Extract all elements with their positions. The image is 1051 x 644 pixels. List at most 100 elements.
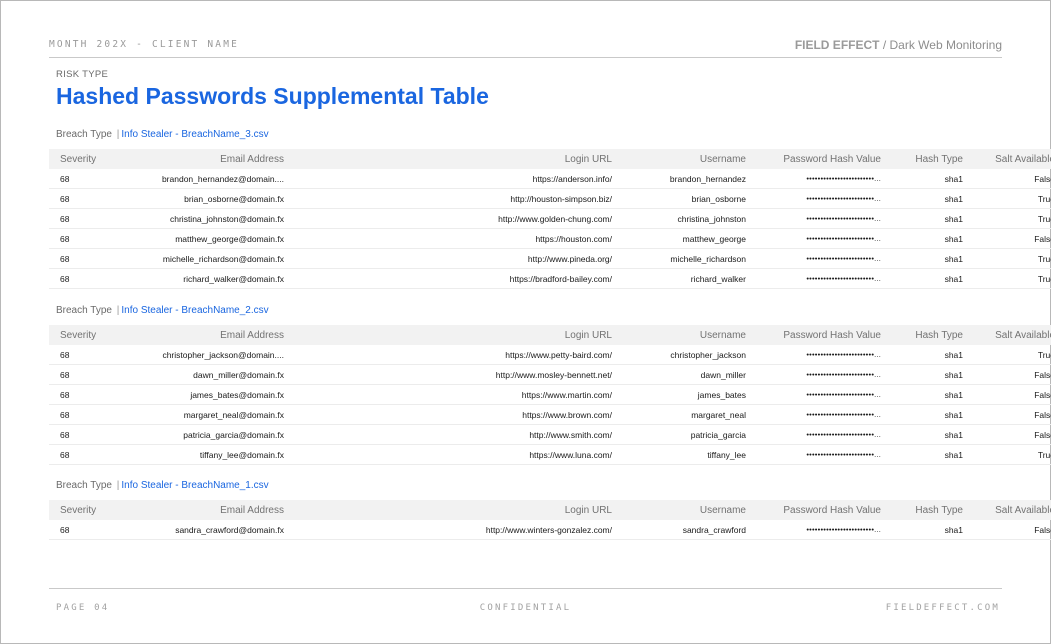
col-severity-header: Severity xyxy=(49,325,114,345)
table-header-row: Severity Email Address Login URL Username Pa… xyxy=(49,500,1051,520)
table-row: 68 brian_osborne@domain.fx http://houston-… xyxy=(49,188,1051,209)
password-hash-cell: ••••••••••••••••••••••••... xyxy=(757,404,892,425)
table-row: 68 michelle_richardson@domain.fx http://ww… xyxy=(49,248,1051,269)
password-hash-cell: ••••••••••••••••••••••••... xyxy=(757,520,892,540)
footer-website: FIELDEFFECT.COM xyxy=(885,603,1000,613)
col-salt-available-header: Salt Available xyxy=(974,325,1051,345)
breach-table: Severity Email Address Login URL Username Pa… xyxy=(49,325,1051,465)
hash-type-cell: sha1 xyxy=(892,345,974,365)
table-header-row: Severity Email Address Login URL Username Pa… xyxy=(49,325,1051,345)
col-hash-type-header: Hash Type xyxy=(892,149,974,169)
password-hash-cell: ••••••••••••••••••••••••... xyxy=(757,248,892,269)
username-cell: patricia_garcia xyxy=(623,424,757,445)
username-cell: michelle_richardson xyxy=(623,248,757,269)
page-title: Hashed Passwords Supplemental Table xyxy=(56,83,489,109)
hash-type-cell: sha1 xyxy=(892,384,974,405)
login-url-cell: https://www.luna.com/ xyxy=(295,444,623,465)
severity-cell: 68 xyxy=(49,364,114,385)
password-hash-cell: ••••••••••••••••••••••••... xyxy=(757,444,892,465)
login-url-cell: http://www.pineda.org/ xyxy=(295,248,623,269)
col-password-hash-header: Password Hash Value xyxy=(757,500,892,520)
username-cell: brandon_hernandez xyxy=(623,169,757,189)
severity-cell: 68 xyxy=(49,424,114,445)
username-cell: margaret_neal xyxy=(623,404,757,425)
email-cell: sandra_crawford@domain.fx xyxy=(114,520,295,540)
table-row: 68 christopher_jackson@domain.... https://… xyxy=(49,345,1051,365)
email-cell: christopher_jackson@domain.... xyxy=(114,345,295,365)
severity-cell: 68 xyxy=(49,228,114,249)
breach-table: Severity Email Address Login URL Username Pa… xyxy=(49,500,1051,540)
password-hash-cell: ••••••••••••••••••••••••... xyxy=(757,228,892,249)
severity-cell: 68 xyxy=(49,169,114,189)
email-cell: james_bates@domain.fx xyxy=(114,384,295,405)
login-url-cell: http://www.winters-gonzalez.com/ xyxy=(295,520,623,540)
severity-cell: 68 xyxy=(49,345,114,365)
report-header-brand: FIELD EFFECT / Dark Web Monitoring xyxy=(795,38,1002,52)
salt-available-cell: False xyxy=(974,520,1051,540)
username-cell: sandra_crawford xyxy=(623,520,757,540)
login-url-cell: http://www.smith.com/ xyxy=(295,424,623,445)
col-severity-header: Severity xyxy=(49,500,114,520)
password-hash-cell: ••••••••••••••••••••••••... xyxy=(757,169,892,189)
severity-cell: 68 xyxy=(49,520,114,540)
salt-available-cell: False xyxy=(974,404,1051,425)
severity-cell: 68 xyxy=(49,444,114,465)
col-username-header: Username xyxy=(623,500,757,520)
col-login-url-header: Login URL xyxy=(295,149,623,169)
username-cell: matthew_george xyxy=(623,228,757,249)
hash-type-cell: sha1 xyxy=(892,268,974,289)
password-hash-cell: ••••••••••••••••••••••••... xyxy=(757,208,892,229)
hash-type-cell: sha1 xyxy=(892,424,974,445)
table-row: 68 richard_walker@domain.fx https://bradfo… xyxy=(49,268,1051,289)
table-row: 68 tiffany_lee@domain.fx https://www.luna.… xyxy=(49,444,1051,465)
col-salt-available-header: Salt Available xyxy=(974,149,1051,169)
severity-cell: 68 xyxy=(49,268,114,289)
salt-available-cell: True xyxy=(974,248,1051,269)
table-header-row: Severity Email Address Login URL Username Pa… xyxy=(49,149,1051,169)
username-cell: james_bates xyxy=(623,384,757,405)
breach-type-label: Breach Type | Info Stealer - BreachName_1… xyxy=(56,480,269,491)
col-username-header: Username xyxy=(623,325,757,345)
login-url-cell: https://bradford-bailey.com/ xyxy=(295,268,623,289)
col-login-url-header: Login URL xyxy=(295,325,623,345)
col-email-address-header: Email Address xyxy=(114,149,295,169)
login-url-cell: http://www.golden-chung.com/ xyxy=(295,208,623,229)
salt-available-cell: False xyxy=(974,169,1051,189)
salt-available-cell: False xyxy=(974,424,1051,445)
hash-type-cell: sha1 xyxy=(892,520,974,540)
salt-available-cell: False xyxy=(974,228,1051,249)
email-cell: patricia_garcia@domain.fx xyxy=(114,424,295,445)
login-url-cell: https://www.brown.com/ xyxy=(295,404,623,425)
table-row: 68 margaret_neal@domain.fx https://www.bro… xyxy=(49,404,1051,425)
salt-available-cell: True xyxy=(974,268,1051,289)
password-hash-cell: ••••••••••••••••••••••••... xyxy=(757,384,892,405)
breach-file-name: Info Stealer - BreachName_1.csv xyxy=(121,480,269,491)
severity-cell: 68 xyxy=(49,384,114,405)
report-page: MONTH 202X - CLIENT NAME FIELD EFFECT / … xyxy=(0,0,1051,644)
hash-type-cell: sha1 xyxy=(892,169,974,189)
col-hash-type-header: Hash Type xyxy=(892,500,974,520)
login-url-cell: https://houston.com/ xyxy=(295,228,623,249)
username-cell: richard_walker xyxy=(623,268,757,289)
breach-file-name: Info Stealer - BreachName_2.csv xyxy=(121,305,269,316)
salt-available-cell: True xyxy=(974,188,1051,209)
breach-type-text: Breach Type xyxy=(56,129,112,140)
login-url-cell: http://houston-simpson.biz/ xyxy=(295,188,623,209)
email-cell: christina_johnston@domain.fx xyxy=(114,208,295,229)
email-cell: brandon_hernandez@domain.... xyxy=(114,169,295,189)
severity-cell: 68 xyxy=(49,188,114,209)
table-row: 68 christina_johnston@domain.fx http://www… xyxy=(49,208,1051,229)
brand-name: FIELD EFFECT xyxy=(794,38,880,52)
header-divider xyxy=(49,57,1002,58)
email-cell: michelle_richardson@domain.fx xyxy=(114,248,295,269)
username-cell: christopher_jackson xyxy=(623,345,757,365)
hash-type-cell: sha1 xyxy=(892,364,974,385)
col-email-address-header: Email Address xyxy=(114,500,295,520)
breach-type-label: Breach Type | Info Stealer - BreachName_3… xyxy=(56,129,269,140)
email-cell: matthew_george@domain.fx xyxy=(114,228,295,249)
severity-cell: 68 xyxy=(49,248,114,269)
col-severity-header: Severity xyxy=(49,149,114,169)
table-row: 68 brandon_hernandez@domain.... https://an… xyxy=(49,169,1051,189)
salt-available-cell: True xyxy=(974,444,1051,465)
report-period-client: MONTH 202X - CLIENT NAME xyxy=(49,39,240,50)
